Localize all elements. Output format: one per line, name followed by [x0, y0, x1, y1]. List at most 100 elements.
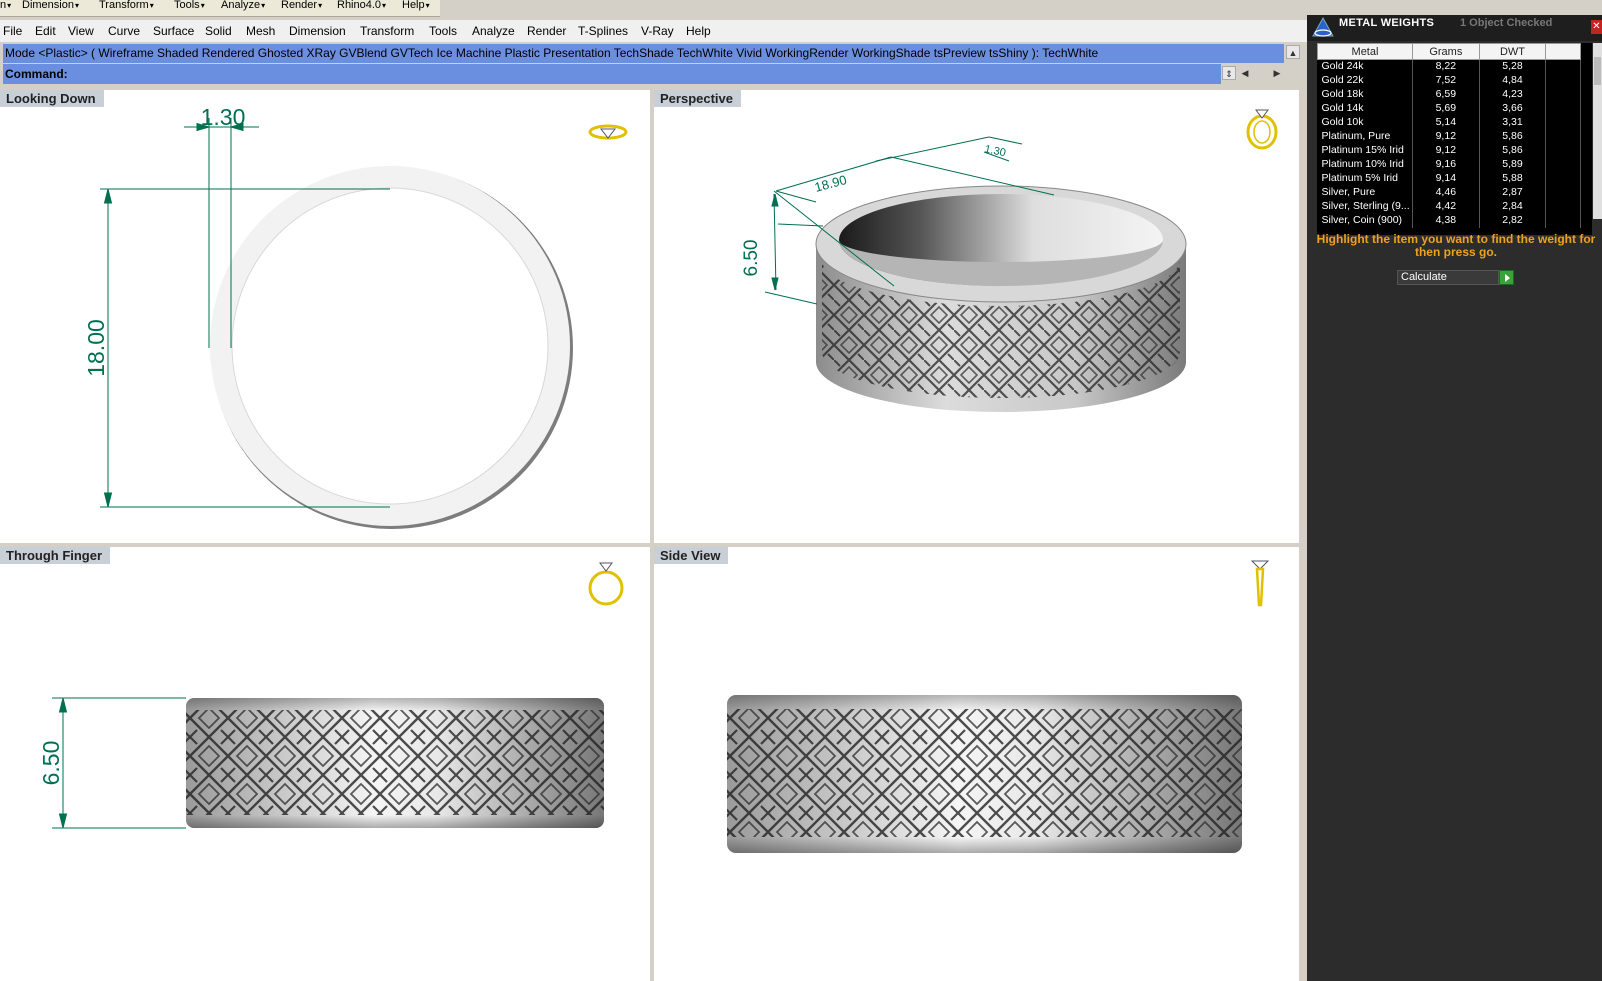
toolbar-menu-tools[interactable]: Tools [174, 0, 205, 11]
table-row[interactable]: Silver, Sterling (9... 4,42 2,84 [1317, 199, 1581, 214]
dwt-cell: 5,89 [1479, 157, 1547, 172]
toolbar-menu-0[interactable]: n [0, 0, 11, 11]
metal-name-cell: Silver, Sterling (9... [1317, 199, 1413, 214]
viewport-looking-down[interactable]: 1.30 18.00 Looking Down [0, 90, 650, 543]
scrollbar-thumb[interactable] [1594, 57, 1601, 85]
viewport-splitter-horizontal[interactable] [0, 543, 1307, 547]
metal-name-cell: Silver, Coin (900) [1317, 213, 1413, 228]
menu-curve[interactable]: Curve [108, 23, 140, 39]
command-left-arrow-icon[interactable]: ◀ [1238, 66, 1252, 80]
viewport-through-finger[interactable]: 6.50 Through Finger [0, 547, 650, 981]
toolbar-menu-dimension[interactable]: Dimension [22, 0, 79, 11]
empty-cell [1545, 157, 1581, 172]
panel-close-icon[interactable]: ✕ [1591, 20, 1602, 34]
menu-tools[interactable]: Tools [429, 23, 457, 39]
toolbar-menu-analyze[interactable]: Analyze [221, 0, 265, 11]
toolbar-menu-transform[interactable]: Transform [99, 0, 154, 11]
toolbar-menu-render[interactable]: Render [281, 0, 322, 11]
metal-name-cell: Gold 22k [1317, 73, 1413, 88]
table-scrollbar[interactable] [1593, 43, 1602, 219]
viewport-label-perspective[interactable]: Perspective [654, 90, 741, 107]
viewport-perspective[interactable]: 18.90 1.30 6.50 Perspective [654, 90, 1299, 543]
column-header-empty [1545, 43, 1581, 60]
table-row[interactable]: Silver, Coin (900) 4,38 2,82 [1317, 213, 1581, 228]
command-area: Mode <Plastic> ( Wireframe Shaded Render… [0, 43, 1307, 85]
column-header-grams[interactable]: Grams [1411, 43, 1480, 60]
table-row[interactable]: Gold 22k 7,52 4,84 [1317, 73, 1581, 88]
dwt-cell: 5,86 [1479, 143, 1547, 158]
dim-label-diameter: 18.00 [83, 319, 109, 377]
dwt-cell: 5,86 [1479, 129, 1547, 144]
dim-label-height-front: 6.50 [38, 741, 64, 786]
table-row[interactable]: Gold 18k 6,59 4,23 [1317, 87, 1581, 102]
menu-vray[interactable]: V-Ray [641, 23, 674, 39]
history-scroll-up-icon[interactable]: ▲ [1286, 45, 1300, 59]
menu-view[interactable]: View [68, 23, 94, 39]
dwt-cell: 5,28 [1479, 59, 1547, 74]
table-row[interactable]: Platinum, Pure 9,12 5,86 [1317, 129, 1581, 144]
ring-side-icon[interactable] [1248, 557, 1272, 611]
ring-perspective-icon[interactable] [1244, 102, 1280, 150]
go-button[interactable] [1499, 270, 1514, 285]
menu-dimension[interactable]: Dimension [289, 23, 346, 39]
table-row[interactable]: Platinum 10% Irid 9,16 5,89 [1317, 157, 1581, 172]
dwt-cell: 3,66 [1479, 101, 1547, 116]
viewport-splitter-vertical[interactable] [650, 86, 654, 981]
command-scroll-icon[interactable]: ⇕ [1222, 66, 1236, 80]
empty-cell [1545, 73, 1581, 88]
empty-cell [1545, 115, 1581, 130]
grams-cell: 4,42 [1412, 199, 1480, 214]
dwt-cell: 5,88 [1479, 171, 1547, 186]
dim-label-width: 1.30 [201, 104, 246, 130]
table-row[interactable]: Gold 10k 5,14 3,31 [1317, 115, 1581, 130]
grams-cell: 9,16 [1412, 157, 1480, 172]
table-row[interactable]: Gold 14k 5,69 3,66 [1317, 101, 1581, 116]
menu-tsplines[interactable]: T-Splines [578, 23, 628, 39]
empty-cell [1545, 129, 1581, 144]
toolbar-menu-rhino[interactable]: Rhino4.0 [337, 0, 386, 11]
menu-help[interactable]: Help [686, 23, 711, 39]
dwt-cell: 3,31 [1479, 115, 1547, 130]
empty-cell [1545, 143, 1581, 158]
ring-top-icon[interactable] [588, 122, 628, 142]
viewport-side-view[interactable]: Side View [654, 547, 1299, 981]
menu-file[interactable]: File [3, 23, 22, 39]
empty-cell [1545, 171, 1581, 186]
command-input[interactable] [79, 66, 1219, 82]
menu-surface[interactable]: Surface [153, 23, 194, 39]
table-row[interactable]: Platinum 5% Irid 9,14 5,88 [1317, 171, 1581, 186]
menu-edit[interactable]: Edit [35, 23, 56, 39]
metal-name-cell: Gold 14k [1317, 101, 1413, 116]
metal-weights-table: Metal Grams DWT Gold 24k 8,22 5,28 Gold 22k… [1317, 43, 1592, 235]
grams-cell: 9,12 [1412, 143, 1480, 158]
viewport-label-looking-down[interactable]: Looking Down [0, 90, 104, 107]
side-view-render [727, 695, 1242, 853]
perspective-render: 18.90 1.30 6.50 [741, 136, 1187, 412]
grams-cell: 5,69 [1412, 101, 1480, 116]
command-right-arrow-icon[interactable]: ▶ [1270, 66, 1284, 80]
menu-analyze[interactable]: Analyze [472, 23, 515, 39]
menu-render[interactable]: Render [527, 23, 566, 39]
dwt-cell: 4,84 [1479, 73, 1547, 88]
viewport-label-through-finger[interactable]: Through Finger [0, 547, 111, 564]
calculate-select[interactable]: Calculate [1397, 270, 1499, 285]
column-header-metal[interactable]: Metal [1317, 43, 1413, 60]
table-row[interactable]: Silver, Pure 4,46 2,87 [1317, 185, 1581, 200]
metal-name-cell: Platinum 10% Irid [1317, 157, 1413, 172]
grams-cell: 4,38 [1412, 213, 1480, 228]
grams-cell: 9,12 [1412, 129, 1480, 144]
viewport-label-side-view[interactable]: Side View [654, 547, 729, 564]
dwt-cell: 2,84 [1479, 199, 1547, 214]
table-row[interactable]: Gold 24k 8,22 5,28 [1317, 59, 1581, 74]
toolbar-menu-help[interactable]: Help [402, 0, 430, 11]
command-history: Mode <Plastic> ( Wireframe Shaded Render… [3, 44, 1284, 63]
menu-mesh[interactable]: Mesh [246, 23, 275, 39]
dim-label-top-b: 1.30 [983, 143, 1006, 159]
front-view-render: 6.50 [38, 697, 604, 829]
ring-front-icon[interactable] [586, 557, 626, 607]
metal-name-cell: Gold 10k [1317, 115, 1413, 130]
column-header-dwt[interactable]: DWT [1478, 43, 1547, 60]
menu-solid[interactable]: Solid [205, 23, 232, 39]
menu-transform[interactable]: Transform [360, 23, 414, 39]
table-row[interactable]: Platinum 15% Irid 9,12 5,86 [1317, 143, 1581, 158]
